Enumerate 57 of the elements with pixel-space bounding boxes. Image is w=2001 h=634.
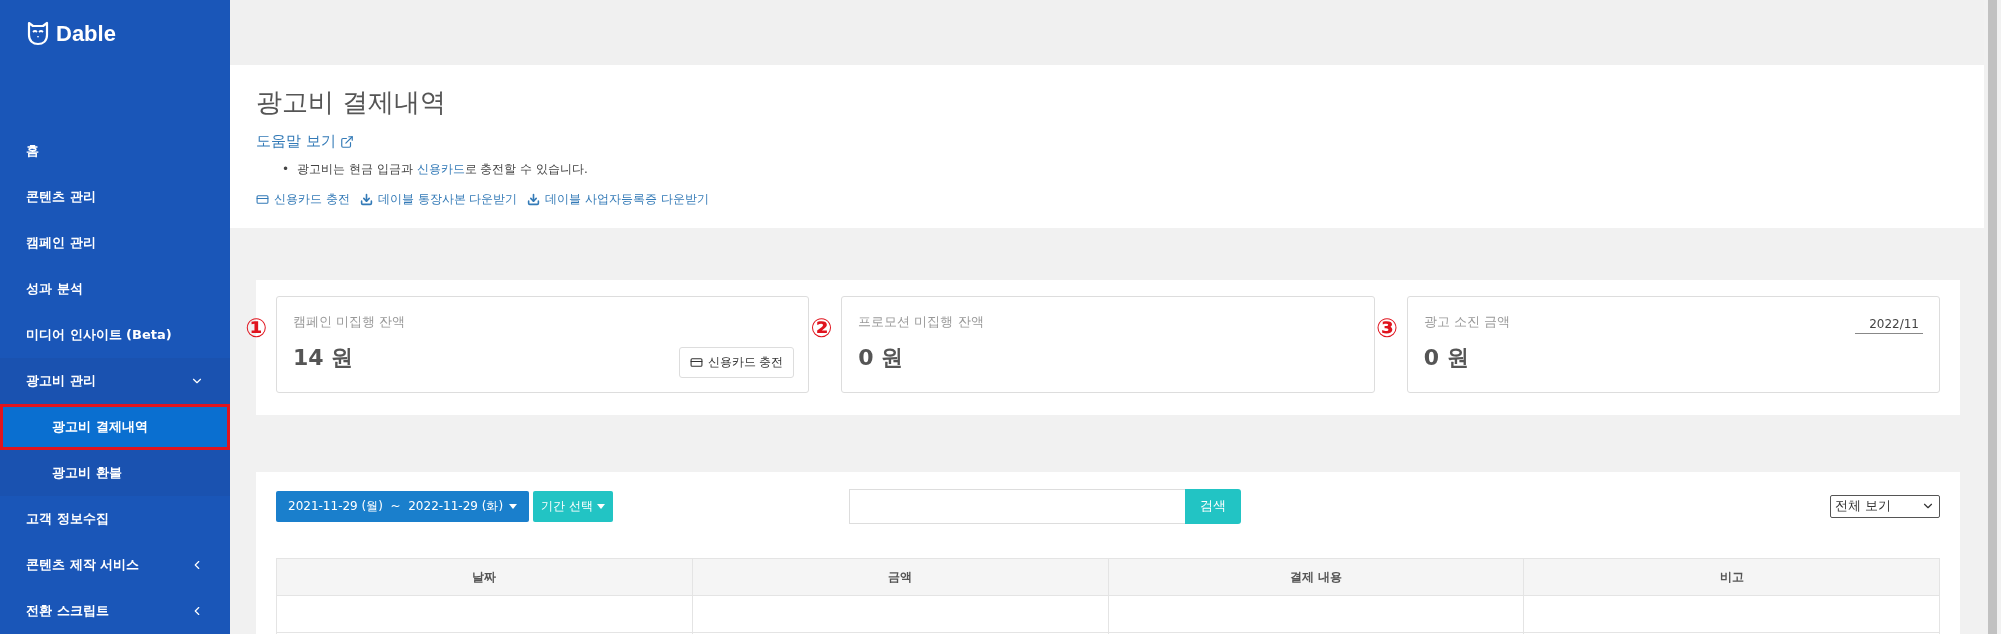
sidebar-item-label: 콘텐츠 제작 서비스 <box>26 556 140 574</box>
logo-text: Dable <box>56 20 116 48</box>
sidebar-item-label: 광고비 결제내역 <box>52 417 148 436</box>
help-link[interactable]: 도움말 보기 <box>256 132 354 151</box>
annotation-number: ① <box>245 315 267 341</box>
sidebar-item-label: 콘텐츠 관리 <box>26 187 96 206</box>
month-picker[interactable]: 2022/11 <box>1855 317 1923 334</box>
download-icon <box>359 193 373 206</box>
balance-label: 광고 소진 금액 <box>1423 313 1510 331</box>
caret-icon <box>597 503 605 509</box>
sidebar-item-label: 성과 분석 <box>26 279 83 298</box>
sidebar-item[interactable]: 광고비 관리 <box>0 357 230 404</box>
sidebar-item-label: 광고비 관리 <box>26 371 96 390</box>
sidebar-item-label: 미디어 인사이트 (Beta) <box>26 325 172 344</box>
download-link[interactable]: 데이블 통장사본 다운받기 <box>359 191 518 208</box>
sidebar-item[interactable]: 광고비 환불 <box>0 449 230 496</box>
sidebar-item[interactable]: 광고비 결제내역 <box>0 403 230 450</box>
credit-card-icon <box>256 193 269 206</box>
page-title: 광고비 결제내역 <box>256 86 448 119</box>
balance-amount: 0 원 <box>1423 344 1469 372</box>
date-range-button[interactable]: 2021-11-29 (월) ~ 2022-11-29 (화) <box>276 490 530 522</box>
column-header: 금액 <box>692 558 1108 596</box>
card-charge-button[interactable]: 신용카드 충전 <box>678 347 795 378</box>
download-link[interactable]: 데이블 사업자등록증 다운받기 <box>527 191 710 208</box>
annotation-number: ③ <box>1375 315 1398 341</box>
card-charge-link[interactable]: 신용카드 충전 <box>256 191 350 208</box>
info-note: 광고비는 현금 입금과 신용카드로 충전할 수 있습니다. <box>297 161 588 177</box>
sidebar-item[interactable]: 콘텐츠 제작 서비스 <box>0 542 230 589</box>
balance-label: 프로모션 미집행 잔액 <box>858 313 984 331</box>
balance-amount: 14 원 <box>293 344 354 372</box>
sidebar-item[interactable]: 미디어 인사이트 (Beta) <box>0 311 230 358</box>
view-select[interactable]: 전체 보기 <box>1830 494 1940 518</box>
annotation-number: ② <box>810 315 833 341</box>
bullet: • <box>282 161 290 177</box>
sidebar-item[interactable]: 캠페인 관리 <box>0 219 230 266</box>
sidebar-item[interactable]: 홈 <box>0 127 230 174</box>
balance-amount: 0 원 <box>858 344 904 372</box>
caret-icon <box>509 503 518 509</box>
sidebar-item[interactable]: 고객 정보수집 <box>0 495 230 542</box>
owl-logo-icon <box>26 20 50 46</box>
sidebar-item-label: 홈 <box>26 141 39 160</box>
credit-card-icon <box>689 356 703 369</box>
sidebar-item[interactable]: 콘텐츠 관리 <box>0 173 230 220</box>
sidebar-item-label: 고객 정보수집 <box>26 510 109 528</box>
external-link-icon <box>339 134 354 149</box>
column-header: 날짜 <box>276 558 693 596</box>
sidebar-item-label: 전환 스크립트 <box>26 602 109 621</box>
search-field[interactable] <box>849 488 1185 524</box>
sidebar-item-label: 캠페인 관리 <box>26 233 96 252</box>
download-icon <box>527 193 541 206</box>
credit-card-link[interactable]: 신용카드 <box>416 162 465 176</box>
column-header: 결제 내용 <box>1108 558 1524 596</box>
sidebar-item[interactable]: 성과 분석 <box>0 265 230 312</box>
balance-label: 캠페인 미집행 잔액 <box>293 313 406 331</box>
sidebar-item-label: 광고비 환불 <box>52 463 122 482</box>
sidebar-item[interactable]: 전환 스크립트 <box>0 588 230 634</box>
column-header: 비고 <box>1523 558 1940 596</box>
